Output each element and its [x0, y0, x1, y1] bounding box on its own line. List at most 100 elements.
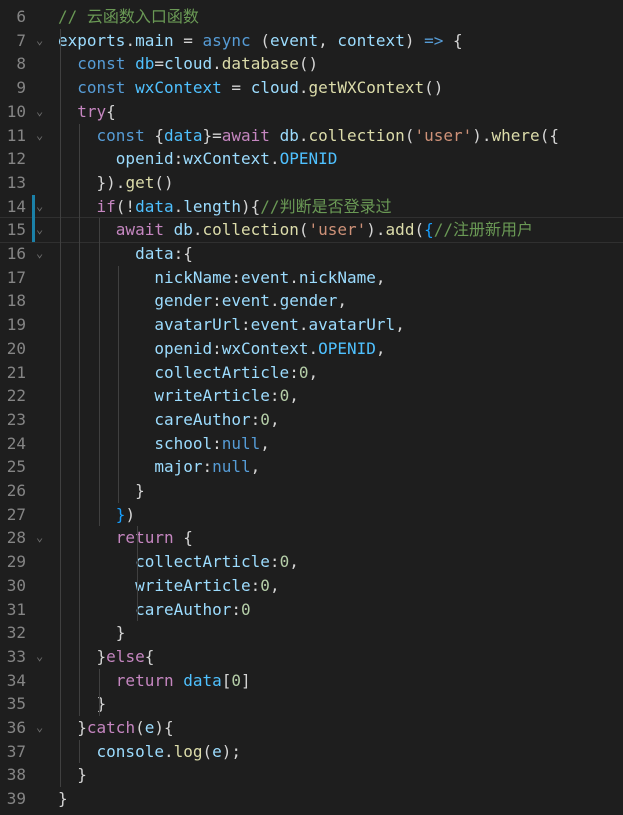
code-token: data [135, 244, 174, 263]
code-token: else [106, 646, 145, 666]
code-token: . [212, 54, 222, 74]
code-line[interactable]: 21 collectArticle:0, [0, 361, 623, 385]
code-line[interactable]: 29 collectArticle:0, [0, 550, 623, 574]
line-number: 10 [6, 101, 26, 121]
fold-chevron-icon[interactable]: ⌄ [36, 716, 48, 740]
code-line[interactable]: 11 ⌄ const {data}=await db.collection('us… [0, 124, 623, 148]
code-line[interactable]: 38 } [0, 763, 623, 787]
code-token: nickName [154, 267, 232, 287]
code-token: //判断是否登录过 [260, 196, 392, 216]
code-token: db [173, 220, 193, 240]
line-number: 27 [6, 504, 26, 524]
code-token: } [58, 646, 107, 666]
code-token: : [241, 315, 251, 335]
code-line[interactable]: 33 ⌄ }else{ [0, 645, 623, 669]
code-line[interactable]: 6 // 云函数入口函数 [0, 5, 623, 29]
fold-chevron-icon[interactable]: ⌄ [36, 100, 48, 124]
line-number: 24 [6, 433, 26, 453]
fold-chevron-icon[interactable]: ⌄ [36, 29, 48, 53]
line-number: 13 [6, 172, 26, 192]
code-line[interactable]: 17 nickName:event.nickName, [0, 266, 623, 290]
code-line[interactable]: 36 ⌄ }catch(e){ [0, 716, 623, 740]
code-line[interactable]: 20 openid:wxContext.OPENID, [0, 337, 623, 361]
code-editor[interactable]: 6// 云函数入口函数 7 ⌄ exports.main = async (event… [0, 0, 623, 815]
code-token: : [231, 599, 242, 619]
code-text: const db=cloud.database() [58, 52, 318, 76]
code-line[interactable]: 7 ⌄ exports.main = async (event, context) … [0, 29, 623, 53]
code-line[interactable]: 15 ⌄ await db.collection('user').add({//注… [0, 217, 623, 243]
code-line[interactable]: 14 ⌄ if(!data.length){//判断是否登录过 [0, 195, 623, 219]
code-line[interactable]: 9 const wxContext = cloud.getWXContext() [0, 76, 623, 100]
line-number: 22 [6, 386, 26, 406]
fold-chevron-icon[interactable]: ⌄ [36, 218, 48, 242]
fold-chevron-icon[interactable]: ⌄ [36, 526, 48, 550]
code-token: context [337, 30, 405, 50]
code-token: return [115, 670, 174, 690]
line-number: 35 [6, 694, 26, 714]
code-token: } [58, 718, 87, 737]
code-token: : [250, 575, 261, 595]
code-text: console.log(e); [58, 740, 242, 764]
code-line[interactable]: 31 careAuthor:0 [0, 598, 623, 622]
code-line[interactable]: 10 ⌄ try{ [0, 100, 623, 124]
code-text: await db.collection('user').add({//注册新用户 [58, 218, 533, 242]
code-text: school:null, [58, 432, 270, 456]
code-line[interactable]: 13 }).get() [0, 171, 623, 195]
line-number: 19 [6, 315, 26, 335]
code-token: : [250, 409, 261, 429]
code-token: , [318, 30, 338, 50]
code-line[interactable]: 39} [0, 787, 623, 811]
code-text: }).get() [58, 171, 174, 195]
fold-chevron-icon[interactable]: ⌄ [36, 242, 48, 266]
code-line[interactable]: 25 major:null, [0, 455, 623, 479]
code-token: ) [404, 30, 425, 50]
code-line[interactable]: 32 } [0, 621, 623, 645]
code-token: ). [472, 125, 492, 145]
code-line[interactable]: 22 writeArticle:0, [0, 384, 623, 408]
code-text: try{ [58, 100, 116, 124]
line-number: 8 [16, 54, 26, 74]
code-token: . [298, 78, 309, 98]
code-token: { [424, 220, 434, 240]
code-token: cloud [250, 78, 299, 98]
code-token: , [375, 267, 386, 287]
code-line[interactable]: 26 } [0, 479, 623, 503]
code-token: 0 [279, 386, 290, 406]
code-token: null [212, 457, 251, 477]
code-line[interactable]: 24 school:null, [0, 432, 623, 456]
code-token: = [154, 54, 164, 74]
code-line[interactable]: 23 careAuthor:0, [0, 408, 623, 432]
code-line[interactable]: 8 const db=cloud.database() [0, 52, 623, 76]
code-line[interactable]: 28 ⌄ return { [0, 526, 623, 550]
code-token: } [115, 504, 126, 524]
fold-chevron-icon[interactable]: ⌄ [36, 124, 48, 148]
code-line[interactable]: 16 ⌄ data:{ [0, 242, 623, 266]
code-text: data:{ [58, 242, 193, 266]
code-line[interactable]: 37 console.log(e); [0, 740, 623, 764]
code-line[interactable]: 19 avatarUrl:event.avatarUrl, [0, 313, 623, 337]
code-line[interactable]: 34 return data[0] [0, 669, 623, 693]
code-line[interactable]: 35 } [0, 692, 623, 716]
fold-chevron-icon[interactable]: ⌄ [36, 645, 48, 669]
fold-chevron-icon[interactable]: ⌄ [36, 195, 48, 219]
code-text: writeArticle:0, [58, 574, 280, 598]
code-token: }). [58, 172, 126, 192]
code-token: , [269, 409, 280, 429]
code-token: , [260, 433, 270, 453]
code-token: collectArticle [154, 362, 290, 382]
line-number: 37 [6, 741, 26, 761]
code-line[interactable]: 12 openid:wxContext.OPENID [0, 147, 623, 171]
code-token: avatarUrl [308, 315, 396, 335]
code-line[interactable]: 18 gender:event.gender, [0, 289, 623, 313]
code-token: OPENID [279, 149, 338, 169]
line-number: 26 [6, 481, 26, 500]
code-text: const wxContext = cloud.getWXContext() [58, 76, 443, 100]
code-line[interactable]: 27 }) [0, 503, 623, 527]
code-line[interactable]: 30 writeArticle:0, [0, 574, 623, 598]
